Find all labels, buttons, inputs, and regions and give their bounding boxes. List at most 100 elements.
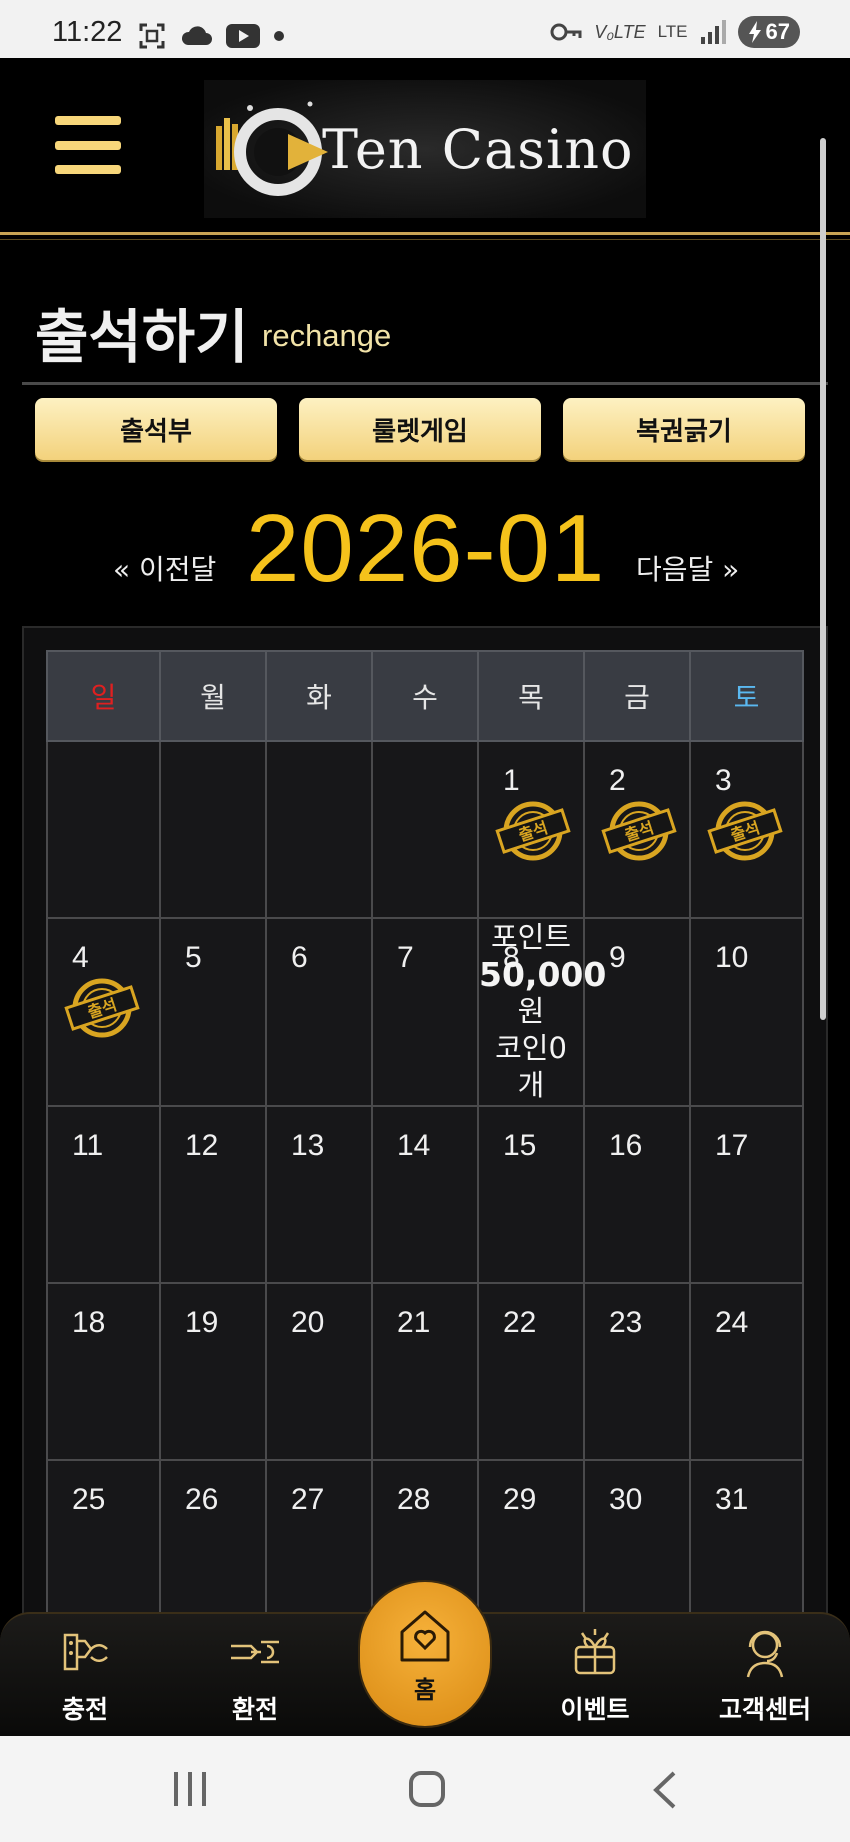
day-number: 20	[291, 1306, 325, 1339]
attendance-stamp-icon: 출석	[62, 975, 142, 1041]
day-number: 14	[397, 1129, 431, 1162]
calendar-day-cell: 29	[477, 1459, 585, 1638]
home-nav-icon[interactable]	[408, 1770, 446, 1808]
calendar-day-cell: 25	[46, 1459, 161, 1638]
title-divider	[22, 382, 828, 385]
page-scrollbar[interactable]	[820, 138, 826, 1020]
day-number: 4	[72, 941, 89, 974]
calendar-day-cell: 6	[265, 917, 373, 1107]
calendar-day-cell: 1 출석	[477, 740, 585, 919]
calendar-day-cell: 15	[477, 1105, 585, 1284]
tab-roulette[interactable]: 룰렛게임	[299, 398, 541, 460]
weekday-fri: 금	[583, 650, 691, 742]
tab-lottery[interactable]: 복권긁기	[563, 398, 805, 460]
day-number: 31	[715, 1483, 749, 1516]
weekday-mon: 월	[159, 650, 267, 742]
nav-exchange[interactable]: 환전	[190, 1622, 320, 1726]
prev-month-link[interactable]: « 이전달	[113, 548, 216, 588]
next-month-link[interactable]: 다음달 »	[636, 548, 739, 588]
weekday-wed: 수	[371, 650, 479, 742]
cloud-icon	[181, 26, 212, 45]
site-header: Ten Casino	[0, 58, 850, 232]
status-bar: 11:22 V₀LTE LTE 67	[0, 0, 850, 58]
calendar-day-cell: 16	[583, 1105, 691, 1284]
attendance-stamp-icon: 출석	[705, 798, 785, 864]
nav-exchange-label: 환전	[231, 1695, 278, 1724]
attendance-stamp-icon: 출석	[493, 798, 573, 864]
menu-button[interactable]	[55, 116, 121, 174]
gift-icon	[574, 1629, 616, 1675]
day-number: 27	[291, 1483, 325, 1516]
nav-event[interactable]: 이벤트	[530, 1622, 660, 1726]
weekday-sun: 일	[46, 650, 161, 742]
day-number: 30	[609, 1483, 643, 1516]
day-number: 9	[609, 941, 626, 974]
nav-support[interactable]: 고객센터	[700, 1622, 830, 1726]
calendar-day-cell: 19	[159, 1282, 267, 1461]
battery-level: 67	[765, 19, 790, 44]
nav-support-label: 고객센터	[718, 1695, 811, 1724]
calendar-day-cell: 22	[477, 1282, 585, 1461]
day-number: 17	[715, 1129, 749, 1162]
calendar-day-cell	[159, 740, 267, 919]
calendar-day-cell: 11	[46, 1105, 161, 1284]
nav-home-button[interactable]: 홈	[360, 1582, 490, 1726]
calendar-day-cell	[265, 740, 373, 919]
nav-home-label: 홈	[413, 1675, 437, 1704]
menu-bar	[55, 116, 121, 125]
calendar-day-cell	[46, 740, 161, 919]
calendar-week-row: 18 19 20 21 22 23 24	[46, 1282, 804, 1461]
nav-event-label: 이벤트	[560, 1695, 630, 1724]
day-number: 3	[715, 764, 732, 797]
calendar-day-cell: 20	[265, 1282, 373, 1461]
day-number: 2	[609, 764, 626, 797]
site-logo[interactable]: Ten Casino	[204, 80, 646, 218]
day-number: 18	[72, 1306, 106, 1339]
calendar-day-cell: 3 출석	[689, 740, 804, 919]
day-number: 21	[397, 1306, 431, 1339]
status-time: 11:22	[52, 16, 123, 48]
calendar-day-cell: 26	[159, 1459, 267, 1638]
calendar-day-cell: 27	[265, 1459, 373, 1638]
attendance-calendar: 일 월 화 수 목 금 토 1 출석 2 출석 3 출석 4 출석 5 6 7 8 포인트 50,000 원…	[46, 650, 804, 1638]
day-number: 6	[291, 941, 308, 974]
day-number: 26	[185, 1483, 219, 1516]
charge-icon	[63, 1633, 108, 1671]
reward-info-line: 50,000	[479, 955, 607, 994]
calendar-day-cell: 7	[371, 917, 479, 1107]
calendar-day-cell: 14	[371, 1105, 479, 1284]
weekday-header-row: 일 월 화 수 목 금 토	[46, 650, 804, 742]
home-heart-icon	[400, 1610, 450, 1661]
nav-charge[interactable]: 충전	[20, 1622, 150, 1726]
calendar-day-cell: 17	[689, 1105, 804, 1284]
menu-bar	[55, 165, 121, 174]
today-reward-info: 포인트 50,000 원 코인0 개	[479, 919, 607, 1104]
day-number: 24	[715, 1306, 749, 1339]
calendar-day-cell: 9	[583, 917, 691, 1107]
recent-apps-icon[interactable]	[172, 1770, 208, 1808]
day-number: 7	[397, 941, 414, 974]
tab-attendance[interactable]: 출석부	[35, 398, 277, 460]
calendar-day-cell: 10	[689, 917, 804, 1107]
battery-indicator: 67	[737, 16, 800, 48]
day-number: 22	[503, 1306, 537, 1339]
calendar-day-cell: 18	[46, 1282, 161, 1461]
back-icon[interactable]	[650, 1770, 680, 1810]
day-number: 28	[397, 1483, 431, 1516]
calendar-day-cell: 12	[159, 1105, 267, 1284]
youtube-icon	[226, 24, 260, 48]
calendar-day-cell: 13	[265, 1105, 373, 1284]
calendar-week-row: 11 12 13 14 15 16 17	[46, 1105, 804, 1284]
day-number: 23	[609, 1306, 643, 1339]
calendar-day-cell: 5	[159, 917, 267, 1107]
charging-icon	[748, 21, 761, 43]
nav-charge-label: 충전	[61, 1695, 108, 1724]
volte-icon: V₀LTE	[594, 21, 646, 42]
weekday-tue: 화	[265, 650, 373, 742]
calendar-day-cell: 24	[689, 1282, 804, 1461]
dot-icon	[274, 31, 284, 41]
day-number: 12	[185, 1129, 219, 1162]
weekday-sat: 토	[689, 650, 804, 742]
calendar-day-cell	[371, 740, 479, 919]
calendar-week-row: 1 출석 2 출석 3 출석	[46, 740, 804, 919]
